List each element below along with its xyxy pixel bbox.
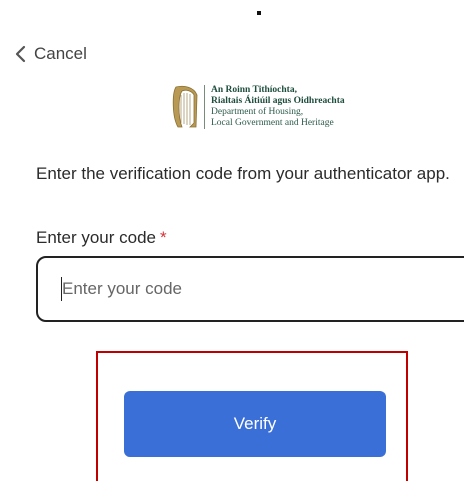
required-marker: * xyxy=(160,228,167,247)
cancel-link[interactable]: Cancel xyxy=(10,42,87,66)
logo-line-irish-1: An Roinn Tithíochta, xyxy=(211,85,297,95)
top-dot xyxy=(257,11,261,15)
logo-text: An Roinn Tithíochta, Rialtais Áitiúil ag… xyxy=(211,85,345,129)
logo-line-irish-2: Rialtais Áitiúil agus Oidhreachta xyxy=(211,96,345,106)
harp-icon xyxy=(170,83,198,131)
code-label-text: Enter your code xyxy=(36,228,157,247)
logo-line-english-2: Local Government and Heritage xyxy=(211,118,334,128)
instruction-text: Enter the verification code from your au… xyxy=(36,164,450,183)
logo-line-english-1: Department of Housing, xyxy=(211,107,304,117)
code-label: Enter your code * xyxy=(36,228,167,248)
text-caret xyxy=(61,277,62,301)
department-logo: An Roinn Tithíochta, Rialtais Áitiúil ag… xyxy=(170,78,360,136)
cancel-label: Cancel xyxy=(34,44,87,63)
code-input[interactable] xyxy=(36,256,464,322)
chevron-left-icon xyxy=(10,44,30,64)
verify-button[interactable]: Verify xyxy=(124,391,386,457)
logo-divider xyxy=(204,85,205,129)
